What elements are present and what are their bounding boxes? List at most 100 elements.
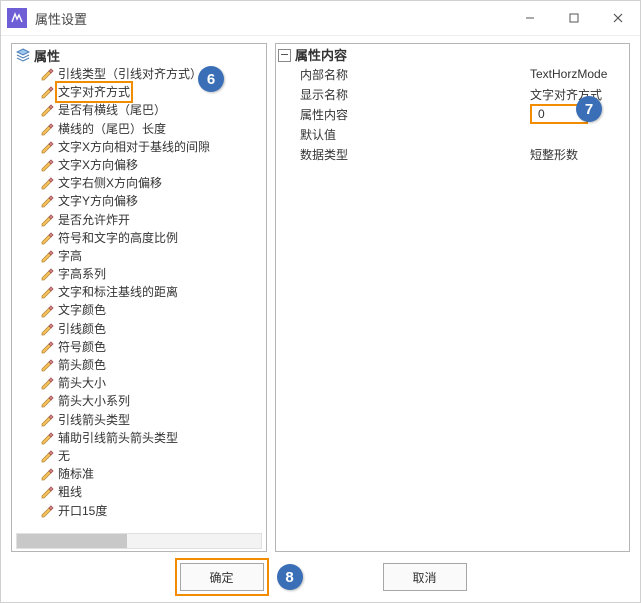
tree-item[interactable]: 箭头大小 — [40, 374, 266, 392]
tree-item-label: 箭头大小 — [58, 374, 106, 392]
ok-button-wrap: 确定 8 — [175, 558, 303, 596]
edit-pencil-icon — [40, 231, 56, 245]
body: 属性 引线类型（引线对齐方式）文字对齐方式是否有横线（尾巴）横线的（尾巴）长度文… — [11, 43, 630, 552]
tree-item[interactable]: 文字和标注基线的距离 — [40, 283, 266, 301]
edit-pencil-icon — [40, 304, 56, 318]
edit-pencil-icon — [40, 376, 56, 390]
app-icon — [7, 8, 27, 28]
details-key: 默认值 — [296, 126, 528, 143]
annotation-badge-8: 8 — [277, 564, 303, 590]
tree-item-label: 是否允许炸开 — [58, 211, 130, 229]
cancel-button[interactable]: 取消 — [383, 563, 467, 591]
edit-pencil-icon — [40, 485, 56, 499]
tree-item-label: 文字X方向偏移 — [58, 156, 138, 174]
window: 属性设置 属性 引线类型（引线对齐方式）文字对齐方式是否有横线（尾巴）横线的（尾… — [0, 0, 641, 603]
ok-button[interactable]: 确定 — [180, 563, 264, 591]
tree-list: 引线类型（引线对齐方式）文字对齐方式是否有横线（尾巴）横线的（尾巴）长度文字X方… — [12, 65, 266, 520]
footer: 确定 8 取消 — [1, 560, 640, 594]
tree-item[interactable]: 辅助引线箭头箭头类型 — [40, 429, 266, 447]
tree-item[interactable]: 是否有横线（尾巴） — [40, 101, 266, 119]
edit-pencil-icon — [40, 194, 56, 208]
tree-item[interactable]: 随标准 — [40, 465, 266, 483]
tree-item[interactable]: 箭头颜色 — [40, 356, 266, 374]
tree-item[interactable]: 文字右侧X方向偏移 — [40, 174, 266, 192]
details-key: 显示名称 — [296, 86, 528, 103]
edit-pencil-icon — [40, 267, 56, 281]
tree-item-label: 字高系列 — [58, 265, 106, 283]
tree-item-label: 字高 — [58, 247, 82, 265]
tree-item-label: 辅助引线箭头箭头类型 — [58, 429, 178, 447]
edit-pencil-icon — [40, 394, 56, 408]
edit-pencil-icon — [40, 449, 56, 463]
details-key: 数据类型 — [296, 146, 528, 163]
tree-item[interactable]: 文字X方向相对于基线的间隙 — [40, 138, 266, 156]
tree-item[interactable]: 是否允许炸开 — [40, 211, 266, 229]
edit-pencil-icon — [40, 176, 56, 190]
details-header-row: 属性内容 — [276, 44, 629, 64]
titlebar: 属性设置 — [1, 1, 640, 36]
edit-pencil-icon — [40, 504, 56, 518]
tree-item-label: 无 — [58, 447, 70, 465]
tree-item-label: 横线的（尾巴）长度 — [58, 120, 166, 138]
edit-pencil-icon — [40, 285, 56, 299]
edit-pencil-icon — [40, 85, 56, 99]
details-key: 内部名称 — [296, 66, 528, 83]
tree-item[interactable]: 无 — [40, 447, 266, 465]
annotation-badge-7: 7 — [576, 96, 602, 122]
tree-item[interactable]: 粗线 — [40, 483, 266, 501]
tree-root[interactable]: 属性 — [12, 44, 266, 65]
details-row: 数据类型短整形数 — [296, 144, 629, 164]
edit-pencil-icon — [40, 467, 56, 481]
ok-button-label: 确定 — [209, 569, 233, 586]
edit-pencil-icon — [40, 122, 56, 136]
tree-item[interactable]: 开口15度 — [40, 502, 266, 520]
edit-pencil-icon — [40, 213, 56, 227]
tree-item-label: 是否有横线（尾巴） — [58, 101, 166, 119]
tree-item-label: 文字对齐方式 — [55, 81, 133, 103]
tree-item-label: 文字Y方向偏移 — [58, 192, 138, 210]
tree-item-label: 引线颜色 — [58, 320, 106, 338]
tree-item-label: 文字和标注基线的距离 — [58, 283, 178, 301]
close-button[interactable] — [596, 1, 640, 35]
minimize-button[interactable] — [508, 1, 552, 35]
tree-item-label: 文字X方向相对于基线的间隙 — [58, 138, 210, 156]
horizontal-scrollbar[interactable] — [16, 533, 262, 549]
edit-pencil-icon — [40, 103, 56, 117]
edit-pencil-icon — [40, 358, 56, 372]
tree-item[interactable]: 箭头大小系列 — [40, 392, 266, 410]
tree-item[interactable]: 符号和文字的高度比例 — [40, 229, 266, 247]
tree-item[interactable]: 符号颜色 — [40, 338, 266, 356]
tree-item[interactable]: 字高 — [40, 247, 266, 265]
maximize-button[interactable] — [552, 1, 596, 35]
tree-item[interactable]: 引线颜色 — [40, 320, 266, 338]
edit-pencil-icon — [40, 158, 56, 172]
property-tree-panel: 属性 引线类型（引线对齐方式）文字对齐方式是否有横线（尾巴）横线的（尾巴）长度文… — [11, 43, 267, 552]
annotation-badge-6: 6 — [198, 66, 224, 92]
tree-item-label: 随标准 — [58, 465, 94, 483]
tree-item-label: 符号颜色 — [58, 338, 106, 356]
tree-item-label: 粗线 — [58, 483, 82, 501]
tree-item[interactable]: 文字颜色 — [40, 301, 266, 319]
details-value[interactable]: TextHorzMode — [528, 67, 629, 81]
tree-item[interactable]: 引线箭头类型 — [40, 411, 266, 429]
property-details-panel: 属性内容 内部名称TextHorzMode显示名称文字对齐方式属性内容0默认值数… — [275, 43, 630, 552]
edit-pencil-icon — [40, 249, 56, 263]
tree-item[interactable]: 文字对齐方式 — [40, 83, 266, 101]
tree-item[interactable]: 文字Y方向偏移 — [40, 192, 266, 210]
tree-item-label: 开口15度 — [58, 502, 107, 520]
details-key: 属性内容 — [296, 106, 528, 123]
tree-item-label: 箭头大小系列 — [58, 392, 130, 410]
details-value[interactable]: 短整形数 — [528, 146, 629, 163]
tree-item-label: 箭头颜色 — [58, 356, 106, 374]
stack-icon — [16, 48, 30, 62]
tree-item[interactable]: 字高系列 — [40, 265, 266, 283]
cancel-button-label: 取消 — [412, 569, 436, 586]
ok-button-highlight: 确定 — [175, 558, 269, 596]
edit-pencil-icon — [40, 340, 56, 354]
collapse-icon[interactable] — [278, 49, 291, 62]
scrollbar-thumb[interactable] — [17, 534, 127, 548]
tree-item[interactable]: 文字X方向偏移 — [40, 156, 266, 174]
tree-root-label: 属性 — [34, 46, 60, 65]
edit-pencil-icon — [40, 140, 56, 154]
tree-item[interactable]: 横线的（尾巴）长度 — [40, 120, 266, 138]
